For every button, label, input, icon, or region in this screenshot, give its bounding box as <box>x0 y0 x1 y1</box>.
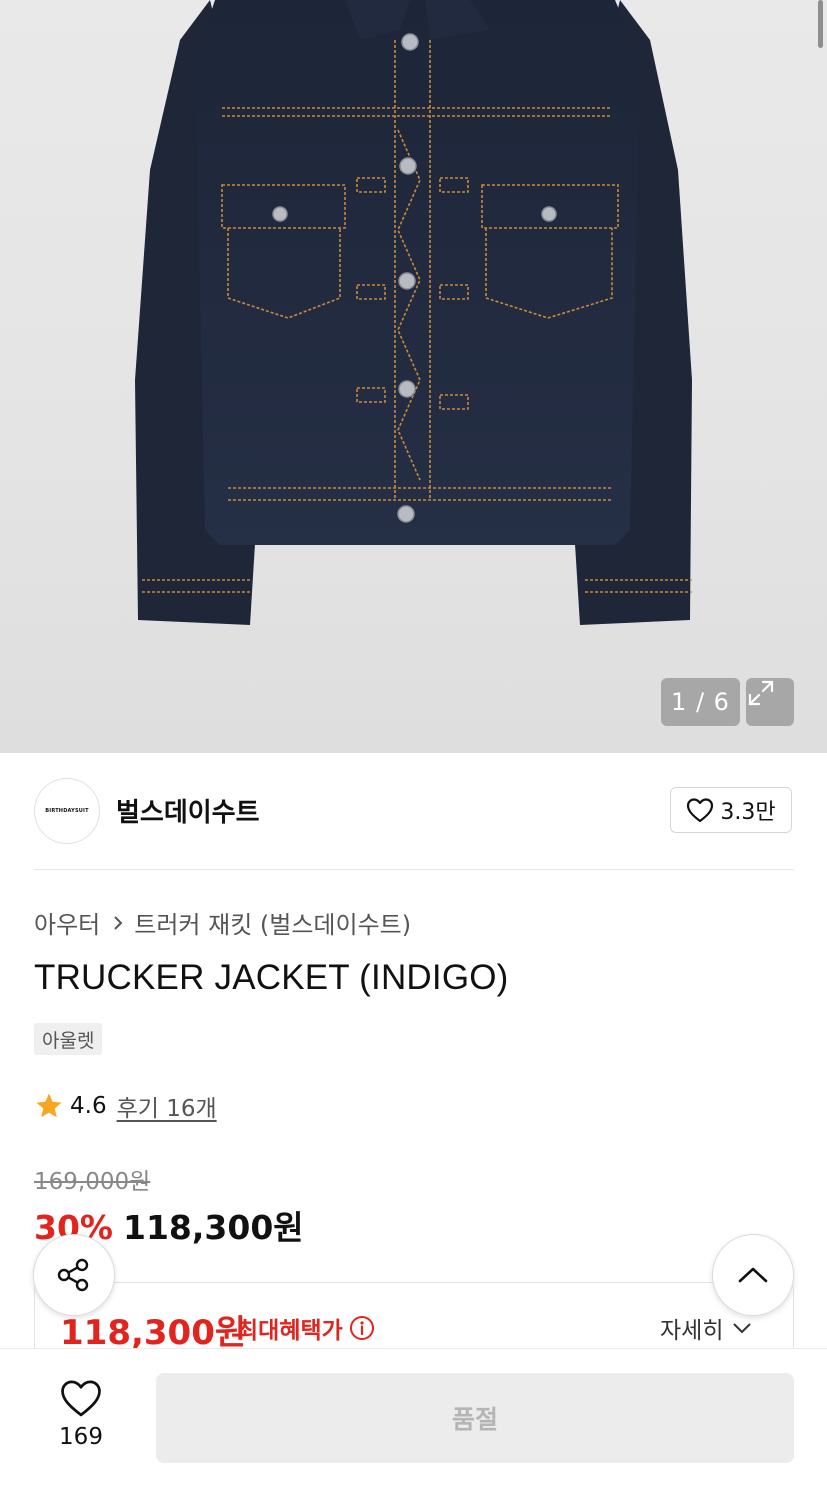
breadcrumb-category[interactable]: 아우터 <box>34 905 100 940</box>
info-icon[interactable] <box>349 1315 375 1341</box>
wishlist-button[interactable]: 169 <box>50 1378 112 1450</box>
expand-icon <box>748 680 774 706</box>
rating-score: 4.6 <box>70 1093 107 1119</box>
heart-icon <box>687 798 714 823</box>
scrollbar[interactable] <box>818 0 823 48</box>
sale-price: 118,300원 <box>123 1208 304 1247</box>
sold-out-button[interactable]: 품절 <box>156 1373 794 1463</box>
image-counter: 1 / 6 <box>661 678 740 726</box>
rating-row: 4.6 후기 16개 <box>34 1089 217 1123</box>
product-title: TRUCKER JACKET (INDIGO) <box>34 958 509 997</box>
scroll-to-top-button[interactable] <box>712 1234 794 1316</box>
breadcrumb-subcategory[interactable]: 트러커 재킷 (벌스데이수트) <box>134 905 411 940</box>
chevron-up-icon <box>738 1267 768 1283</box>
share-button[interactable] <box>33 1234 115 1316</box>
brand-logo[interactable]: BIRTHDAYSUIT <box>34 778 100 844</box>
chevron-down-icon <box>733 1323 752 1334</box>
expand-image-button[interactable] <box>746 678 794 726</box>
product-photo-denim-jacket <box>135 0 692 625</box>
brand-name[interactable]: 벌스데이수트 <box>116 792 260 829</box>
breadcrumb: 아우터 트러커 재킷 (벌스데이수트) <box>34 905 411 940</box>
max-benefit-label-row: 최대혜택가 <box>237 1311 375 1345</box>
product-image-gallery[interactable]: 1 / 6 <box>0 0 827 753</box>
heart-icon <box>61 1380 101 1417</box>
wishlist-count: 169 <box>59 1424 103 1450</box>
brand-like-button[interactable]: 3.3만 <box>670 787 792 833</box>
star-icon <box>36 1093 62 1118</box>
brand-logo-text: BIRTHDAYSUIT <box>45 808 89 814</box>
chevron-right-icon <box>114 915 123 930</box>
share-icon <box>57 1258 89 1292</box>
reviews-link[interactable]: 후기 16개 <box>117 1089 217 1123</box>
max-benefit-label: 최대혜택가 <box>237 1318 343 1344</box>
benefit-detail-toggle[interactable]: 자세히 <box>660 1311 753 1345</box>
divider <box>34 869 794 870</box>
original-price: 169,000원 <box>34 1169 151 1195</box>
benefit-detail-label: 자세히 <box>660 1318 724 1344</box>
outlet-tag: 아울렛 <box>34 1023 103 1055</box>
brand-like-count: 3.3만 <box>720 800 776 825</box>
